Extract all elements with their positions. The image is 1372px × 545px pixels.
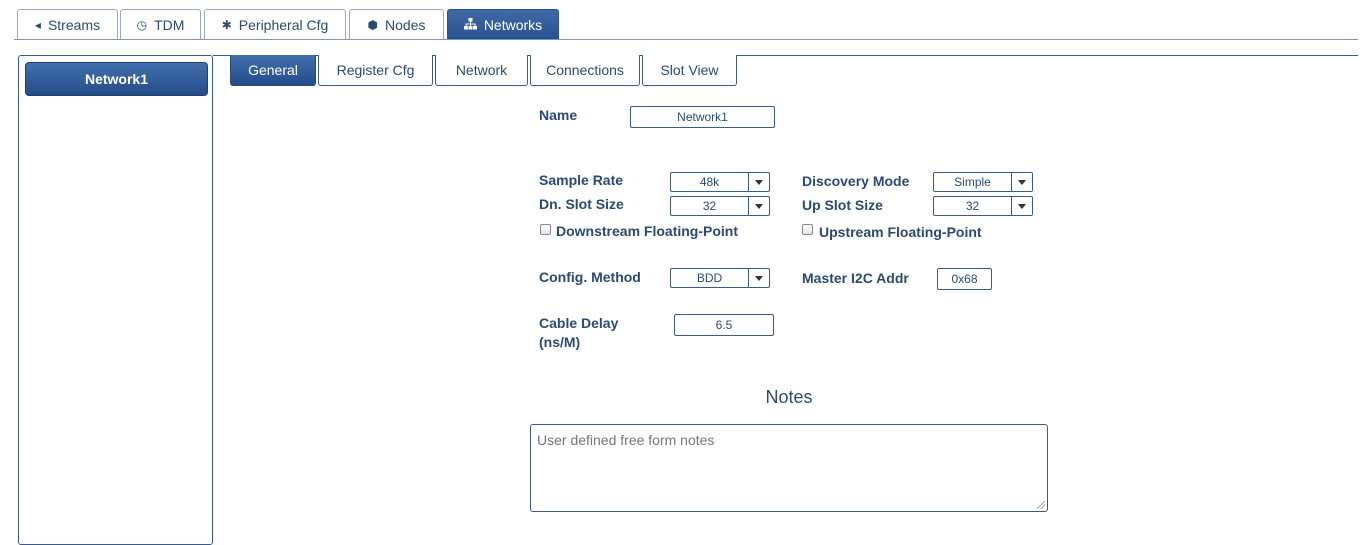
up-slot-size-select[interactable]: 32	[933, 196, 1033, 216]
discovery-mode-value: Simple	[954, 175, 991, 189]
sample-rate-label: Sample Rate	[539, 172, 624, 188]
chevron-down-icon	[748, 269, 769, 287]
dn-slot-size-value: 32	[702, 199, 717, 213]
config-method-select[interactable]: BDD	[670, 268, 770, 288]
chevron-down-icon	[748, 173, 769, 191]
subtab-general[interactable]: General	[230, 55, 316, 86]
master-i2c-addr-input[interactable]: 0x68	[937, 268, 992, 290]
sitemap-icon	[463, 17, 477, 32]
subtab-network[interactable]: Network	[435, 55, 528, 86]
top-tab-bar: ◂ Streams ◷ TDM ✱ Peripheral Cfg ⬢ Nodes…	[14, 0, 1358, 40]
master-i2c-addr-label: Master I2C Addr	[802, 270, 909, 286]
dn-slot-size-label: Dn. Slot Size	[539, 196, 624, 212]
subtab-register-cfg[interactable]: Register Cfg	[318, 55, 433, 86]
upstream-floating-point-checkbox[interactable]	[802, 224, 813, 235]
chevron-down-icon	[748, 197, 769, 215]
config-method-value: BDD	[696, 271, 723, 285]
clock-icon: ◷	[136, 17, 148, 32]
subtab-slot-view[interactable]: Slot View	[642, 55, 737, 86]
notes-placeholder: User defined free form notes	[537, 432, 715, 448]
tab-nodes-label: Nodes	[385, 16, 426, 33]
tab-networks[interactable]: Networks	[447, 9, 559, 39]
config-method-label: Config. Method	[539, 269, 641, 285]
upstream-floating-point-label: Upstream Floating-Point	[819, 224, 982, 240]
tab-tdm[interactable]: ◷ TDM	[120, 9, 201, 39]
chevron-down-icon	[1011, 173, 1032, 191]
downstream-floating-point-label: Downstream Floating-Point	[556, 223, 738, 239]
sample-rate-value: 48k	[699, 175, 720, 189]
gear-icon: ✱	[221, 17, 232, 32]
discovery-mode-select[interactable]: Simple	[933, 172, 1033, 192]
name-input[interactable]: Network1	[630, 106, 775, 128]
notes-title: Notes	[765, 387, 813, 407]
dn-slot-size-select[interactable]: 32	[670, 196, 770, 216]
sample-rate-select[interactable]: 48k	[670, 172, 770, 192]
network1-button[interactable]: Network1	[25, 62, 208, 96]
network-list-panel: Network1	[18, 55, 213, 545]
subtab-connections[interactable]: Connections	[530, 55, 640, 86]
tab-peripheral-cfg[interactable]: ✱ Peripheral Cfg	[204, 9, 346, 39]
tab-nodes[interactable]: ⬢ Nodes	[349, 9, 444, 39]
tab-networks-label: Networks	[483, 16, 543, 33]
speaker-icon: ◂	[34, 17, 41, 32]
tab-peripheral-cfg-label: Peripheral Cfg	[238, 16, 329, 33]
cable-delay-label: Cable Delay	[539, 315, 619, 331]
discovery-mode-label: Discovery Mode	[802, 173, 910, 189]
tab-streams[interactable]: ◂ Streams	[17, 9, 118, 39]
cable-delay-input[interactable]: 6.5	[674, 314, 774, 336]
resize-handle-icon[interactable]	[1037, 501, 1045, 509]
chevron-down-icon	[1011, 197, 1032, 215]
tab-tdm-label: TDM	[154, 16, 185, 33]
cable-delay-unit-label: (ns/M)	[539, 334, 581, 350]
cube-icon: ⬢	[367, 17, 378, 32]
tab-streams-label: Streams	[47, 16, 101, 33]
name-label: Name	[539, 107, 578, 123]
up-slot-size-value: 32	[965, 199, 980, 213]
up-slot-size-label: Up Slot Size	[802, 197, 883, 213]
downstream-floating-point-checkbox[interactable]	[540, 224, 551, 235]
notes-textarea[interactable]: User defined free form notes	[530, 424, 1048, 512]
